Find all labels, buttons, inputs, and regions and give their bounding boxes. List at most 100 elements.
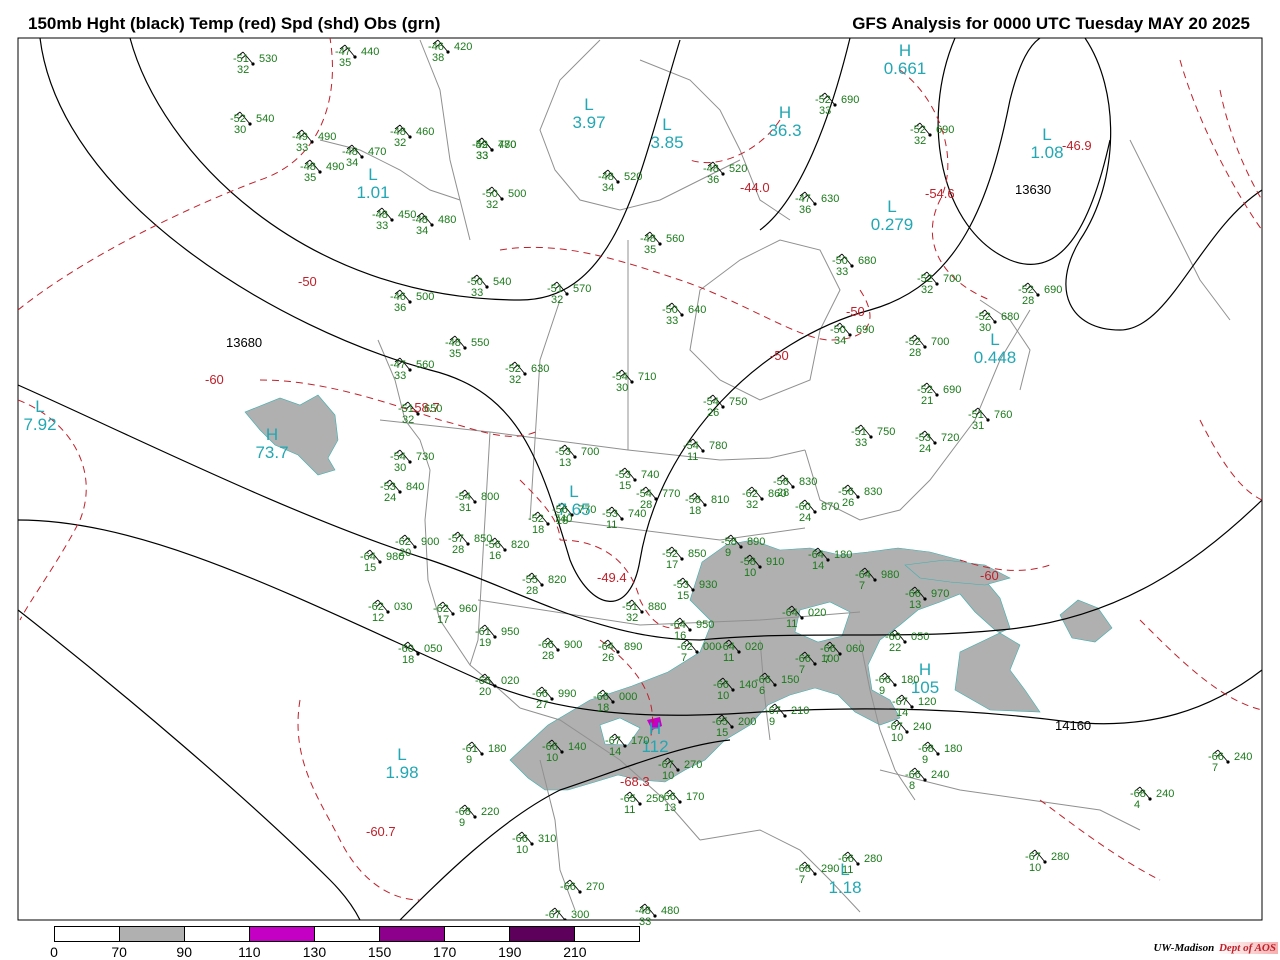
obs-height: 050 xyxy=(911,631,929,643)
height-label: 13680 xyxy=(226,335,262,350)
colorbar-segment xyxy=(510,927,575,941)
obs-dewpoint-depression: 33 xyxy=(476,150,488,162)
obs-height: 880 xyxy=(648,601,666,613)
obs-dewpoint-depression: 33 xyxy=(639,916,651,928)
colorbar-tick-label: 190 xyxy=(498,944,522,960)
obs-height: 490 xyxy=(326,161,344,173)
obs-height: 550 xyxy=(471,337,489,349)
obs-dewpoint-depression: 35 xyxy=(339,57,351,69)
obs-dewpoint-depression: 31 xyxy=(459,502,471,514)
obs-height: 560 xyxy=(416,359,434,371)
obs-height: 170 xyxy=(631,735,649,747)
obs-dewpoint-depression: 18 xyxy=(597,702,609,714)
obs-dewpoint-depression: 13 xyxy=(559,457,571,469)
obs-height: 480 xyxy=(661,905,679,917)
obs-dewpoint-depression: 32 xyxy=(486,199,498,211)
obs-height: 770 xyxy=(498,139,516,151)
obs-height: 840 xyxy=(406,481,424,493)
obs-dewpoint-depression: 14 xyxy=(812,560,824,572)
obs-dewpoint-depression: 7 xyxy=(859,580,865,592)
obs-height: 560 xyxy=(666,233,684,245)
obs-dewpoint-depression: 10 xyxy=(662,770,674,782)
obs-dewpoint-depression: 35 xyxy=(304,172,316,184)
speed-colorbar xyxy=(54,926,640,942)
obs-height: 240 xyxy=(1234,751,1252,763)
obs-dewpoint-depression: 4 xyxy=(1134,799,1140,811)
obs-height: 890 xyxy=(747,536,765,548)
obs-height: 760 xyxy=(994,409,1012,421)
obs-height: 770 xyxy=(662,488,680,500)
obs-height: 050 xyxy=(424,643,442,655)
obs-dewpoint-depression: 33 xyxy=(855,437,867,449)
obs-dewpoint-depression: 33 xyxy=(376,220,388,232)
obs-dewpoint-depression: 24 xyxy=(384,492,396,504)
obs-dewpoint-depression: 9 xyxy=(769,716,775,728)
colorbar-segment xyxy=(120,927,185,941)
extremum-value: 1.98 xyxy=(385,763,418,782)
high-marker: H xyxy=(899,41,911,60)
obs-dewpoint-depression: 12 xyxy=(372,612,384,624)
obs-dewpoint-depression: 34 xyxy=(834,335,846,347)
obs-dewpoint-depression: 32 xyxy=(626,612,638,624)
obs-dewpoint-depression: 11 xyxy=(606,519,617,531)
obs-height: 730 xyxy=(416,451,434,463)
obs-dewpoint-depression: 32 xyxy=(921,284,933,296)
obs-dewpoint-depression: 30 xyxy=(979,322,991,334)
obs-height: 910 xyxy=(766,556,784,568)
obs-height: 530 xyxy=(259,53,277,65)
credit-org: UW-Madison xyxy=(1153,942,1215,954)
obs-dewpoint-depression: 17 xyxy=(666,559,678,571)
obs-height: 210 xyxy=(791,705,809,717)
obs-dewpoint-depression: 11 xyxy=(723,652,734,664)
obs-dewpoint-depression: 15 xyxy=(364,562,376,574)
obs-dewpoint-depression: 35 xyxy=(644,244,656,256)
obs-temp: -67 xyxy=(545,909,561,921)
svg-text:-68.3: -68.3 xyxy=(620,774,650,789)
obs-dewpoint-depression: 33 xyxy=(666,315,678,327)
colorbar-tick-label: 110 xyxy=(238,944,261,960)
obs-dewpoint-depression: 15 xyxy=(619,480,631,492)
low-marker: L xyxy=(990,330,999,349)
svg-text:-50: -50 xyxy=(298,274,317,289)
obs-dewpoint-depression: 33 xyxy=(836,266,848,278)
extremum-value: 7.92 xyxy=(23,415,56,434)
colorbar-tick-label: 90 xyxy=(176,944,193,960)
obs-height: 520 xyxy=(729,163,747,175)
obs-dewpoint-depression: 11 xyxy=(624,804,635,816)
obs-height: 020 xyxy=(808,607,826,619)
obs-height: 720 xyxy=(941,432,959,444)
obs-height: 180 xyxy=(944,743,962,755)
obs-height: 740 xyxy=(628,508,646,520)
svg-text:-50: -50 xyxy=(846,304,865,319)
obs-height: 540 xyxy=(493,276,511,288)
svg-text:-54.6: -54.6 xyxy=(925,186,955,201)
obs-dewpoint-depression: 30 xyxy=(234,124,246,136)
obs-dewpoint-depression: 26 xyxy=(707,407,719,419)
obs-height: 800 xyxy=(481,491,499,503)
obs-height: 930 xyxy=(699,579,717,591)
obs-height: 120 xyxy=(918,696,936,708)
low-marker: L xyxy=(569,482,578,501)
extremum-value: 0.448 xyxy=(974,348,1017,367)
obs-dewpoint-depression: 28 xyxy=(909,347,921,359)
obs-dewpoint-depression: 10 xyxy=(516,844,528,856)
obs-height: 460 xyxy=(416,126,434,138)
obs-height: 630 xyxy=(821,193,839,205)
obs-height: 140 xyxy=(568,741,586,753)
svg-text:-46.9: -46.9 xyxy=(1062,138,1092,153)
obs-dewpoint-depression: 28 xyxy=(1022,295,1034,307)
obs-height: 280 xyxy=(864,853,882,865)
obs-height: 850 xyxy=(688,548,706,560)
obs-dewpoint-depression: 32 xyxy=(237,64,249,76)
obs-dewpoint-depression: 36 xyxy=(707,174,719,186)
obs-height: 000 xyxy=(619,691,637,703)
obs-dewpoint-depression: 32 xyxy=(914,135,926,147)
credit-dept: Dept of AOS xyxy=(1216,942,1278,954)
obs-dewpoint-depression: 34 xyxy=(416,225,428,237)
height-label: 14160 xyxy=(1055,718,1091,733)
obs-height: 200 xyxy=(738,716,756,728)
obs-dewpoint-depression: 10 xyxy=(546,752,558,764)
obs-height: 440 xyxy=(361,46,379,58)
svg-text:-50: -50 xyxy=(770,348,789,363)
obs-height: 290 xyxy=(821,863,839,875)
